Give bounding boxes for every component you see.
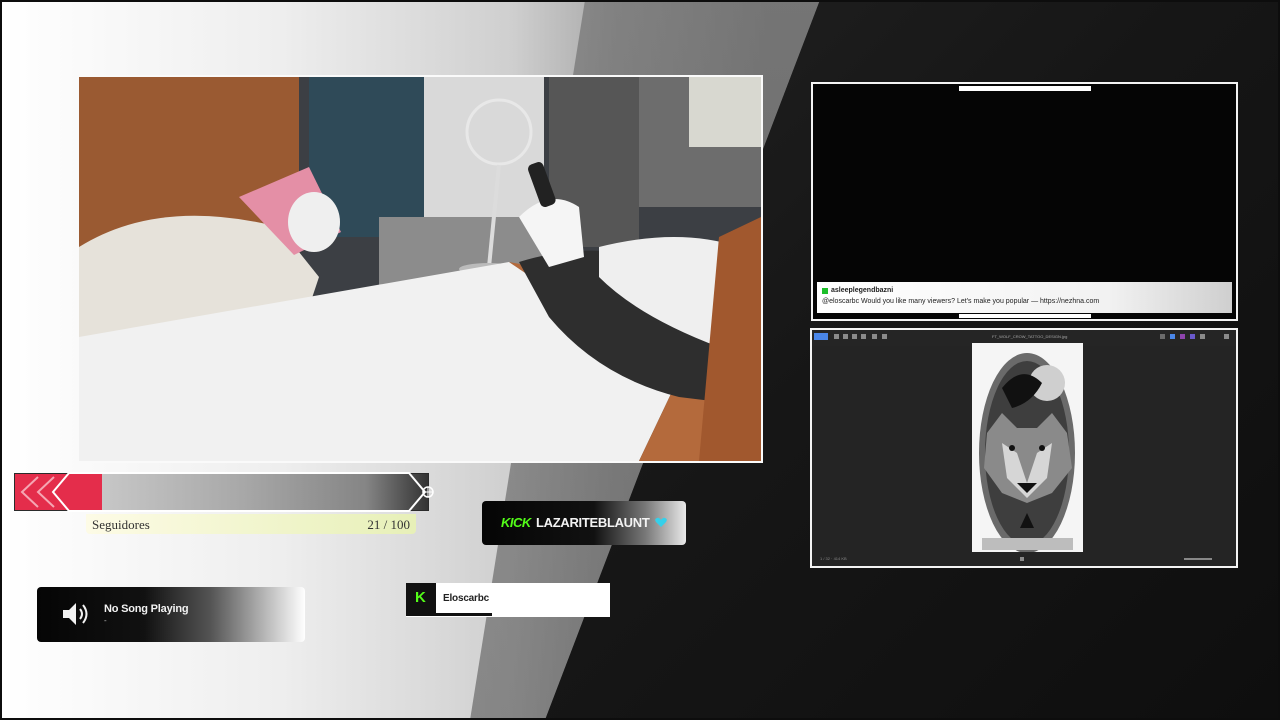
viewer-slideshow-icon[interactable] bbox=[1190, 334, 1195, 339]
song-title: No Song Playing bbox=[104, 603, 189, 615]
follower-name: Eloscarbc bbox=[443, 593, 490, 604]
webcam-scene-image bbox=[79, 77, 761, 461]
viewer-filename: FT_WOLF_CROW_TATTOO_DESIGN.jpg bbox=[992, 334, 1068, 339]
chat-username-text: asleeplegendbazni bbox=[831, 287, 894, 294]
goal-label: Seguidores bbox=[92, 517, 150, 532]
chat-message-text: @eloscarbc Would you like many viewers? … bbox=[822, 298, 1100, 305]
viewer-more-icon[interactable] bbox=[882, 334, 887, 339]
viewer-status-bar: 1 / 32 · 414 KB bbox=[812, 552, 1236, 566]
goal-end-marker-icon bbox=[422, 486, 434, 498]
viewer-share-icon[interactable] bbox=[1160, 334, 1165, 339]
speaker-icon bbox=[63, 603, 88, 625]
viewer-delete-icon[interactable] bbox=[872, 334, 877, 339]
chat-bottom-tab bbox=[959, 314, 1091, 318]
heart-icon bbox=[655, 517, 667, 527]
chat-username: asleeplegendbazni bbox=[822, 287, 893, 294]
tattoo-design-image bbox=[972, 343, 1083, 556]
chat-message: asleeplegendbazni @eloscarbc Would you l… bbox=[817, 282, 1232, 313]
kick-logo-letter: K bbox=[415, 589, 426, 606]
viewer-rotate-icon[interactable] bbox=[834, 334, 839, 339]
goal-label-bar: Seguidores 21 / 100 bbox=[86, 514, 416, 534]
viewer-print-icon[interactable] bbox=[1200, 334, 1205, 339]
follower-underline bbox=[406, 613, 492, 616]
viewer-info-icon[interactable] bbox=[861, 334, 866, 339]
kick-channel-tag: KICK LAZARITEBLAUNT bbox=[482, 501, 686, 545]
webcam-feed bbox=[77, 75, 763, 463]
wolf-crow-illustration bbox=[972, 343, 1083, 556]
image-viewer-window: FT_WOLF_CROW_TATTOO_DESIGN.jpg 1 / 32 · … bbox=[810, 328, 1238, 568]
kick-brand-logo: KICK bbox=[501, 515, 531, 530]
goal-outline-shape bbox=[51, 472, 427, 512]
viewer-crop-icon[interactable] bbox=[852, 334, 857, 339]
viewer-ai-icon[interactable] bbox=[1180, 334, 1185, 339]
now-playing-widget: No Song Playing - bbox=[37, 587, 305, 642]
song-artist: - bbox=[104, 616, 107, 625]
viewer-edit-icon[interactable] bbox=[1170, 334, 1175, 339]
chat-top-tab bbox=[959, 86, 1091, 91]
goal-count: 21 / 100 bbox=[367, 517, 410, 532]
kick-channel-name: LAZARITEBLAUNT bbox=[536, 515, 650, 530]
stream-overlay: asleeplegendbazni @eloscarbc Would you l… bbox=[0, 0, 1280, 720]
viewer-fullscreen-icon[interactable] bbox=[1224, 334, 1229, 339]
latest-follower-widget: K Eloscarbc bbox=[406, 583, 610, 617]
viewer-flip-icon[interactable] bbox=[843, 334, 848, 339]
kick-badge-icon bbox=[822, 287, 828, 294]
viewer-status-text: 1 / 32 · 414 KB bbox=[820, 556, 847, 561]
viewer-view-button[interactable] bbox=[814, 333, 828, 340]
viewer-next-icon[interactable] bbox=[1020, 557, 1024, 561]
kick-logo-icon: K bbox=[406, 583, 436, 613]
chat-panel: asleeplegendbazni @eloscarbc Would you l… bbox=[811, 82, 1238, 321]
follower-goal-widget: Seguidores 21 / 100 bbox=[14, 471, 434, 534]
viewer-zoom-slider[interactable] bbox=[1184, 558, 1212, 560]
